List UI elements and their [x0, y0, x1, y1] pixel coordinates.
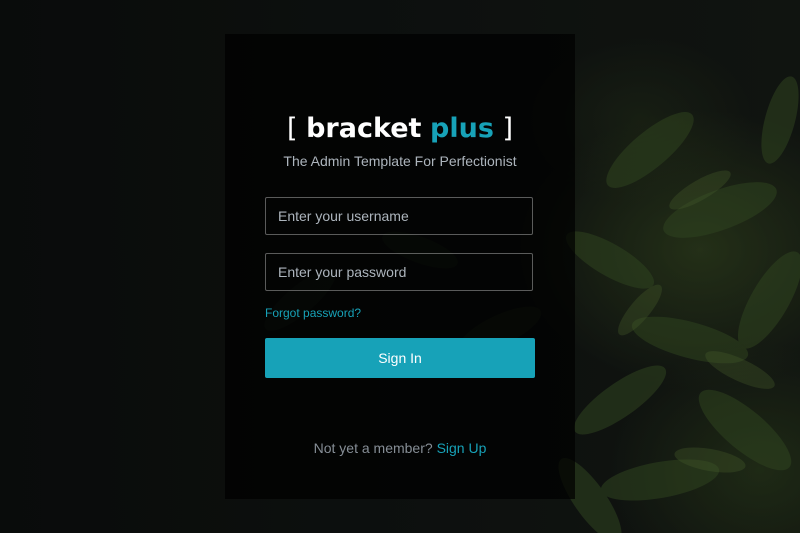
signup-prompt-text: Not yet a member? [313, 440, 433, 456]
brand-logo: [ bracket plus ] [225, 112, 575, 146]
logo-close-bracket: ] [502, 113, 514, 144]
sign-up-link[interactable]: Sign Up [437, 440, 487, 456]
forgot-password-link[interactable]: Forgot password? [265, 306, 361, 320]
sign-in-button[interactable]: Sign In [265, 338, 535, 378]
username-input[interactable] [265, 197, 533, 235]
logo-open-bracket: [ [286, 113, 298, 144]
brand-tagline: The Admin Template For Perfectionist [283, 153, 517, 169]
logo-name-plus: plus [430, 113, 494, 144]
logo-name-bracket: bracket [306, 113, 422, 144]
password-input[interactable] [265, 253, 533, 291]
signup-prompt: Not yet a member? Sign Up [225, 440, 575, 456]
